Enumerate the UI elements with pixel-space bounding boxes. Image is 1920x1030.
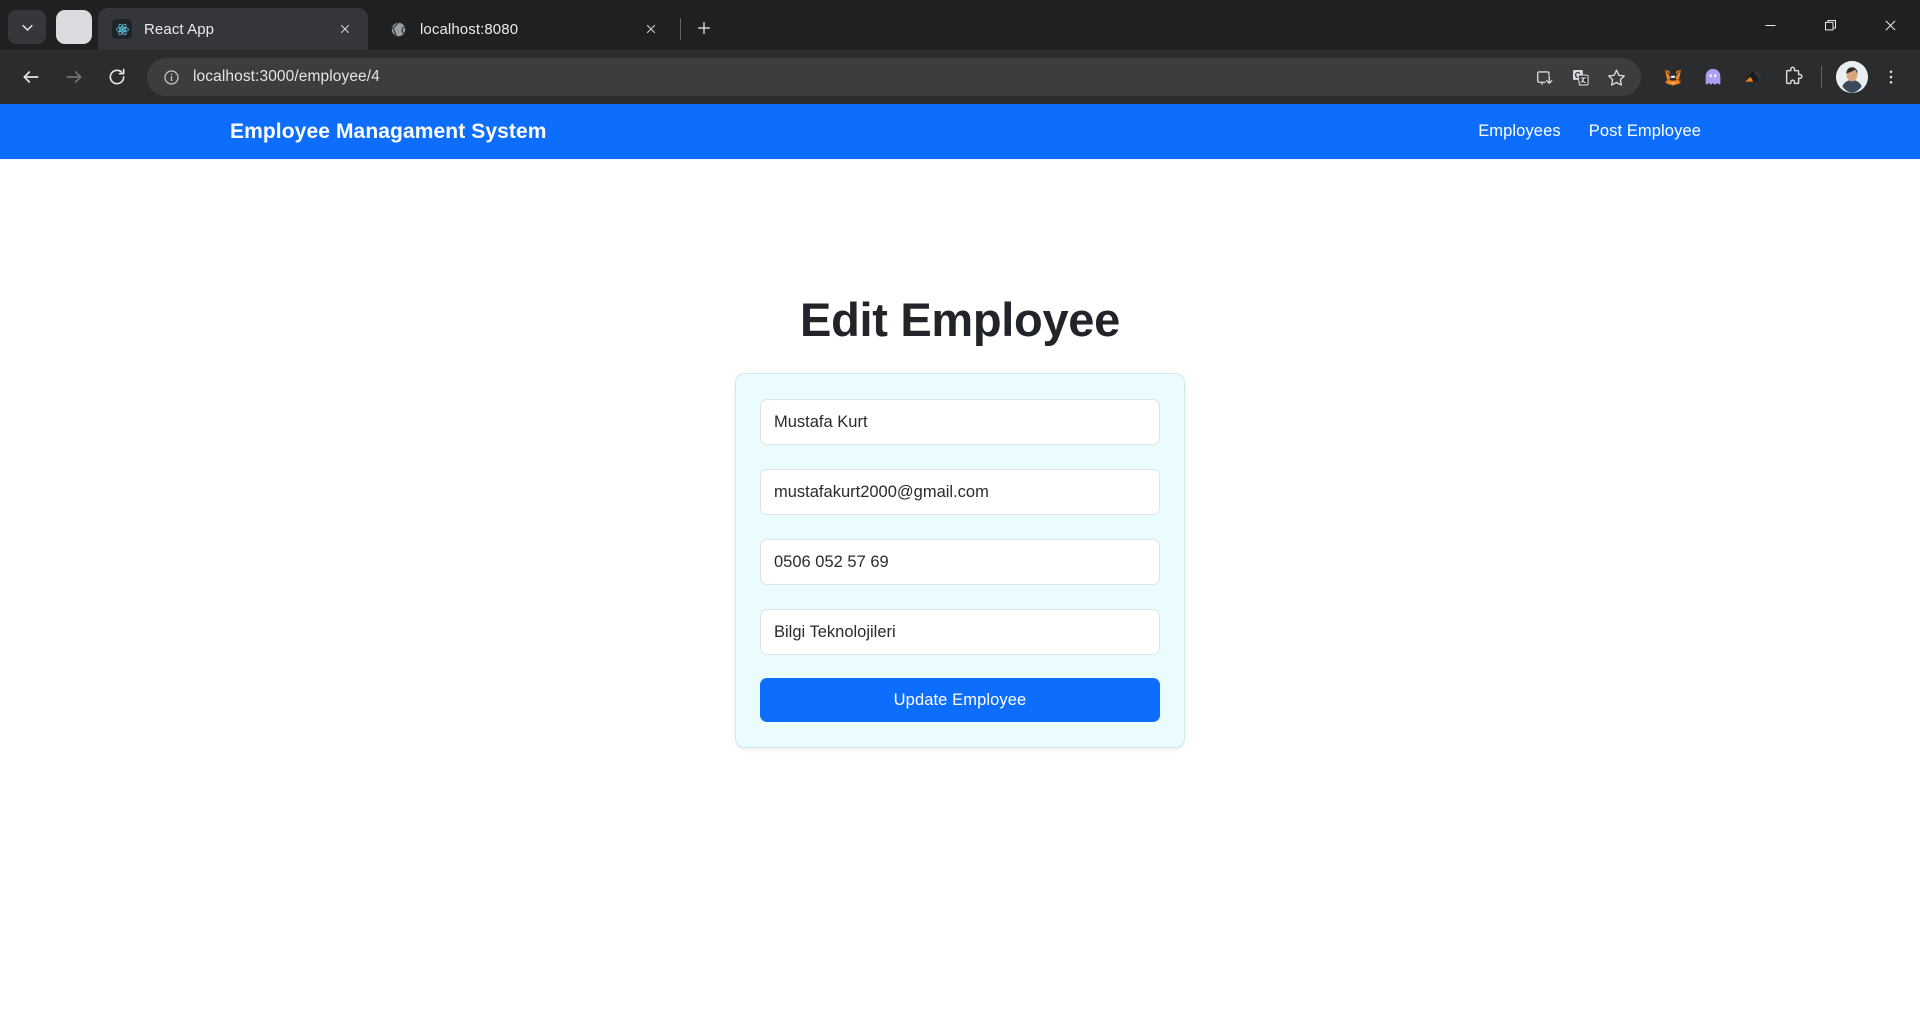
maximize-button[interactable] xyxy=(1800,0,1860,50)
navbar-brand[interactable]: Employee Managament System xyxy=(230,120,547,144)
info-circle-icon[interactable] xyxy=(161,67,181,87)
globe-icon xyxy=(388,19,408,39)
bookmark-button[interactable] xyxy=(1599,60,1633,94)
employee-phone-input[interactable] xyxy=(760,539,1160,585)
puzzle-piece-icon xyxy=(1785,66,1803,85)
edit-employee-form: Update Employee xyxy=(735,373,1185,748)
tab-title: localhost:8080 xyxy=(420,20,519,38)
close-icon[interactable] xyxy=(640,18,662,40)
restore-icon xyxy=(1824,19,1836,30)
wallet-extension-button[interactable] xyxy=(1736,60,1770,94)
close-icon[interactable] xyxy=(334,18,356,40)
back-arrow-icon xyxy=(23,71,39,83)
nav-link-employees[interactable]: Employees xyxy=(1478,122,1561,141)
page-body: Edit Employee Update Employee xyxy=(0,159,1920,1030)
new-tab-button[interactable] xyxy=(687,11,721,45)
extensions-button[interactable] xyxy=(1776,60,1810,94)
wallet-icon xyxy=(1744,71,1762,82)
address-bar-url: localhost:3000/employee/4 xyxy=(193,68,380,85)
omnibox-actions: G xyxy=(1525,60,1633,94)
nav-link-post-employee[interactable]: Post Employee xyxy=(1589,122,1701,141)
tab-search-button[interactable] xyxy=(8,10,46,44)
install-app-button[interactable] xyxy=(1527,60,1561,94)
react-logo-icon xyxy=(112,19,132,39)
avatar-icon xyxy=(1836,61,1868,93)
address-bar[interactable]: localhost:3000/employee/4 G xyxy=(147,58,1641,96)
chevron-down-icon xyxy=(21,24,33,31)
close-window-button[interactable] xyxy=(1860,0,1920,50)
chrome-menu-button[interactable] xyxy=(1874,60,1908,94)
install-app-icon xyxy=(1536,70,1552,85)
three-dots-vertical-icon xyxy=(1889,70,1893,84)
page-viewport: Employee Managament System Employees Pos… xyxy=(0,104,1920,1030)
update-employee-button[interactable]: Update Employee xyxy=(760,678,1160,722)
tab-strip: React App localhost:8080 xyxy=(0,0,1920,50)
phantom-extension-button[interactable] xyxy=(1696,60,1730,94)
minimize-button[interactable] xyxy=(1740,0,1800,50)
translate-icon: G xyxy=(1572,69,1589,85)
forward-arrow-icon xyxy=(66,71,82,83)
metamask-fox-icon xyxy=(1664,69,1682,86)
browser-tab-react-app[interactable]: React App xyxy=(98,8,368,50)
plus-icon xyxy=(697,21,711,35)
tab-group-chip[interactable] xyxy=(56,10,92,44)
employee-email-input[interactable] xyxy=(760,469,1160,515)
page-title: Edit Employee xyxy=(800,293,1120,346)
close-icon xyxy=(1885,20,1895,30)
browser-toolbar: localhost:3000/employee/4 G xyxy=(0,50,1920,104)
navbar-links: Employees Post Employee xyxy=(1478,122,1701,141)
phantom-ghost-icon xyxy=(1705,68,1721,85)
star-icon xyxy=(1607,69,1625,86)
window-controls xyxy=(1740,0,1920,50)
employee-name-input[interactable] xyxy=(760,399,1160,445)
browser-tab-localhost-8080[interactable]: localhost:8080 xyxy=(374,8,674,50)
tab-divider xyxy=(680,18,681,40)
toolbar-divider xyxy=(1821,66,1822,88)
minimize-icon xyxy=(1765,24,1775,26)
tab-title: React App xyxy=(144,20,215,38)
employee-dept-input[interactable] xyxy=(760,609,1160,655)
app-navbar: Employee Managament System Employees Pos… xyxy=(0,104,1920,159)
reload-icon xyxy=(109,68,125,85)
translate-button[interactable]: G xyxy=(1563,60,1597,94)
back-button[interactable] xyxy=(12,58,50,96)
reload-button[interactable] xyxy=(98,58,136,96)
browser-window: React App localhost:8080 localhost:3000/… xyxy=(0,0,1920,1030)
profile-avatar-button[interactable] xyxy=(1836,61,1868,93)
forward-button[interactable] xyxy=(55,58,93,96)
metamask-extension-button[interactable] xyxy=(1656,60,1690,94)
extension-icons xyxy=(1653,60,1813,94)
